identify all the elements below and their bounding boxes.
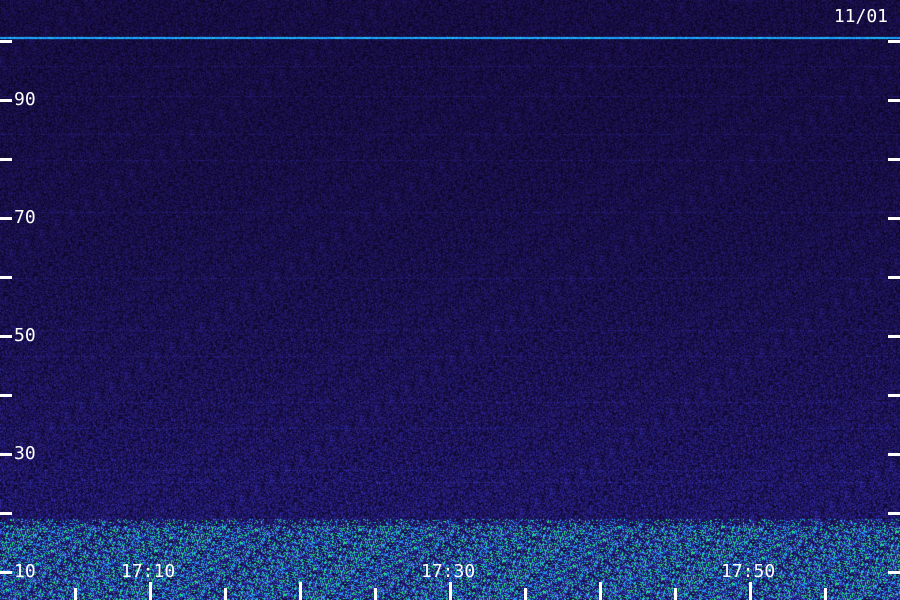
spectrogram-view: 11/01 90 70 50 30 10 17:10 17:30 17:50 xyxy=(0,0,900,600)
spectrogram-canvas xyxy=(0,0,900,600)
